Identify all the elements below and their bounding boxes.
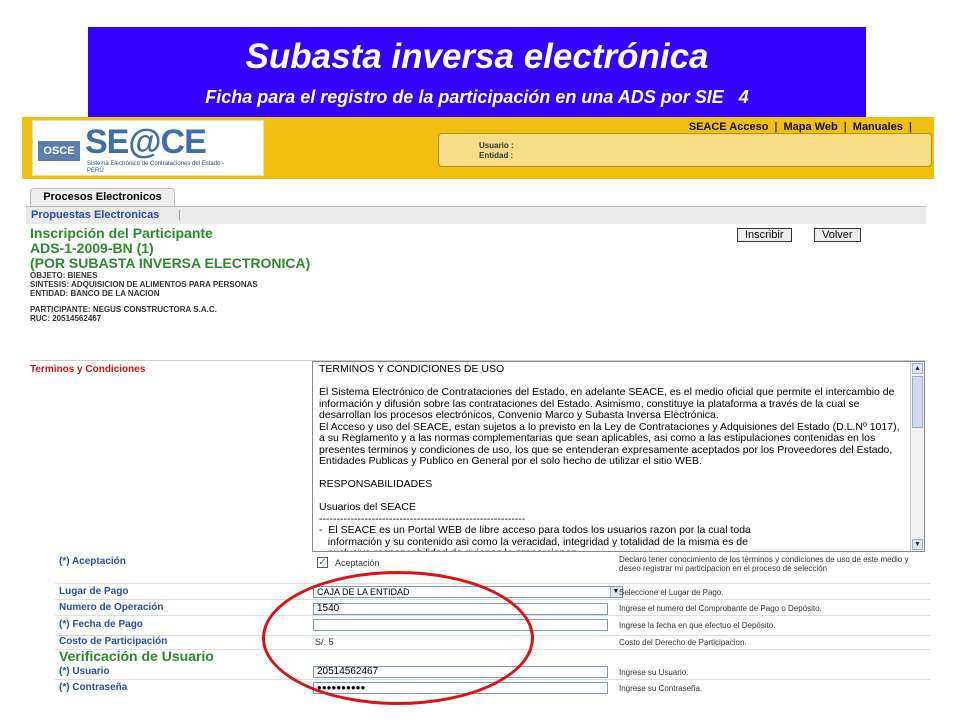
lugar-label: Lugar de Pago: [59, 586, 129, 597]
sintesis-text: SINTESIS: ADQUISICION DE ALIMENTOS PARA …: [30, 280, 258, 289]
subtab-bar: Propuestas Electronicas |: [26, 206, 926, 224]
aceptacion-label: (*) Aceptación: [59, 556, 126, 567]
link-manuales[interactable]: Manuales: [853, 121, 903, 133]
process-info: Inscripción del Participante ADS-1-2009-…: [30, 225, 930, 324]
usuario-label: Usuario :: [479, 141, 514, 150]
seace-logo[interactable]: OSCE SE@CE Sistema Electrónico de Contra…: [32, 120, 264, 176]
usuario-hint: Ingrese su Usuario.: [619, 668, 689, 677]
tab-procesos-electronicos[interactable]: Procesos Electronicos: [30, 188, 175, 206]
page-number: 4: [738, 87, 749, 107]
banner-subtitle-text: Ficha para el registro de la participaci…: [205, 87, 724, 107]
terms-text: TERMINOS Y CONDICIONES DE USO El Sistema…: [319, 363, 900, 551]
banner-subtitle: Ficha para el registro de la participaci…: [88, 87, 866, 108]
subtab-separator: |: [178, 209, 181, 221]
scroll-up-icon[interactable]: ▲: [912, 363, 923, 374]
ruc-text: RUC: 20514562467: [30, 314, 102, 323]
costo-hint: Costo del Derecho de Participacion.: [619, 638, 747, 647]
top-links: SEACE Acceso | Mapa Web | Manuales |: [689, 121, 918, 133]
lugar-hint: Seleccione el Lugar de Pago.: [619, 588, 724, 597]
link-mapa-web[interactable]: Mapa Web: [784, 121, 838, 133]
annotation-oval: [262, 571, 534, 705]
page-title: Inscripción del Participante: [30, 225, 213, 241]
subtab-propuestas-electronicas[interactable]: Propuestas Electronicas: [31, 209, 159, 221]
link-separator: |: [843, 121, 847, 133]
fecha-hint: Ingrese la fecha en que efectuo el Depós…: [619, 621, 776, 630]
link-separator: |: [908, 121, 912, 133]
terms-textarea[interactable]: TERMINOS Y CONDICIONES DE USO El Sistema…: [312, 361, 925, 552]
password-hint: Ingrese su Contraseña.: [619, 684, 703, 693]
scroll-thumb[interactable]: [912, 376, 923, 428]
aceptacion-row: (*) Aceptación ✓ Aceptación Declaro tene…: [55, 552, 930, 584]
verificacion-title: Verificación de Usuario: [59, 648, 214, 664]
title-banner: Subasta inversa electrónica Ficha para e…: [88, 27, 866, 117]
process-type: (POR SUBASTA INVERSA ELECTRONICA): [30, 255, 311, 271]
site-header: OSCE SE@CE Sistema Electrónico de Contra…: [22, 117, 934, 179]
osce-logo: OSCE: [38, 141, 80, 161]
fecha-label: (*) Fecha de Pago: [59, 619, 143, 630]
seace-wordmark: SE@CE: [85, 123, 207, 161]
aceptacion-checkbox-label: Aceptación: [335, 558, 380, 568]
operacion-hint: Ingrese el numero del Comprobante de Pag…: [619, 604, 822, 613]
banner-title: Subasta inversa electrónica: [245, 37, 709, 76]
terms-label: Terminos y Condiciones: [30, 364, 146, 375]
aceptacion-checkbox[interactable]: ✓: [317, 557, 328, 568]
entidad-text: ENTIDAD: BANCO DE LA NACION: [30, 289, 160, 298]
aceptacion-hint: Declaro tener conocimiento de los términ…: [619, 555, 909, 573]
inscribir-button[interactable]: Inscribir: [737, 228, 792, 242]
link-seace-acceso[interactable]: SEACE Acceso: [689, 121, 769, 133]
operacion-label: Numero de Operación: [59, 602, 164, 613]
costo-label: Costo de Participación: [59, 636, 168, 647]
seace-tagline: Sistema Electrónico de Contrataciones de…: [87, 161, 225, 174]
link-separator: |: [774, 121, 778, 133]
process-code: ADS-1-2009-BN (1): [30, 240, 154, 256]
scroll-down-icon[interactable]: ▼: [912, 539, 923, 550]
participante-text: PARTICIPANTE: NEGUS CONSTRUCTORA S.A.C.: [30, 305, 217, 314]
user-info-box: Usuario : Entidad :: [438, 133, 932, 167]
password-label: (*) Contraseña: [59, 682, 128, 693]
usuario-label: (*) Usuario: [59, 666, 110, 677]
volver-button[interactable]: Volver: [814, 228, 861, 242]
entidad-label: Entidad :: [479, 151, 514, 160]
terms-scrollbar[interactable]: ▲ ▼: [910, 362, 924, 551]
objeto-text: OBJETO: BIENES: [30, 271, 98, 280]
